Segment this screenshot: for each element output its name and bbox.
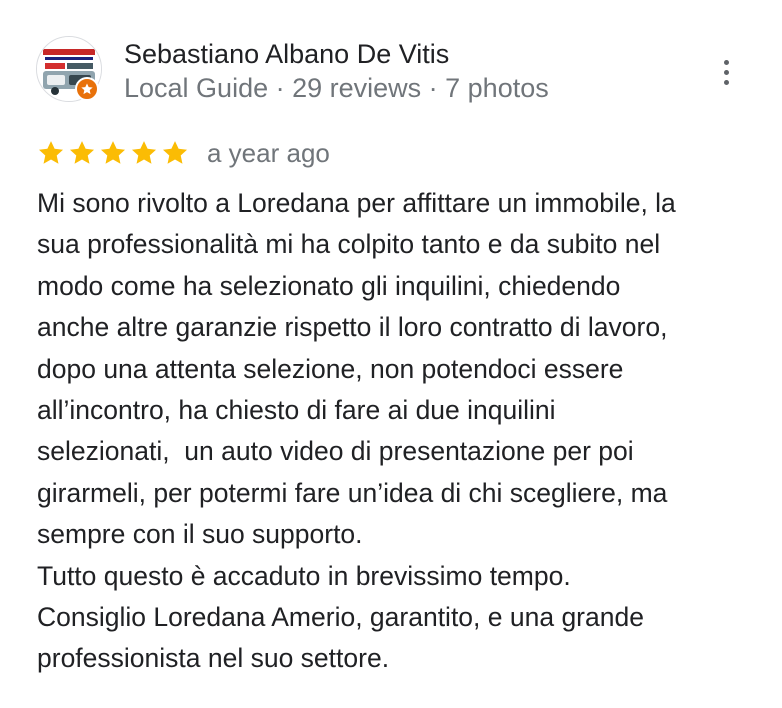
star-icon [131,141,157,164]
review-text-line: selezionati, un auto video di presentazi… [37,436,634,467]
review-text-line: dopo una attenta selezione, non potendoc… [37,353,624,384]
star-icon [100,141,126,164]
review-text-line: Tutto questo è accaduto in brevissimo te… [37,560,571,591]
star-icon [38,141,64,164]
star-rating [37,139,189,167]
reviewer-name[interactable]: Sebastiano Albano De Vitis [124,38,449,70]
review-text-line: anche altre garanzie rispetto il loro co… [37,312,668,343]
review-card: Sebastiano Albano De Vitis Local Guide ·… [0,0,782,708]
review-text-line: professionista nel suo settore. [37,643,390,674]
review-text-line: Consiglio Loredana Amerio, garantito, e … [37,602,644,633]
review-text-line: sua professionalità mi ha colpito tanto … [37,229,661,260]
rating-row: a year ago [37,138,330,168]
review-text-line: all’incontro, ha chiesto di fare ai due … [37,395,556,426]
more-vert-icon-dot [723,79,729,85]
review-text: Mi sono rivolto a Loredana per affittare… [37,183,757,680]
review-date: a year ago [207,138,330,168]
review-text-line: Mi sono rivolto a Loredana per affittare… [37,188,676,218]
review-text-line: girarmeli, per potermi fare un’idea di c… [37,477,668,508]
review-text-line: modo come ha selezionato gli inquilini, … [37,270,621,301]
star-icon [69,141,95,164]
more-vert-icon [723,59,729,65]
star-icon [162,141,188,164]
local-guide-star-icon [75,77,99,101]
more-vert-icon-dot [723,69,729,75]
reviewer-meta[interactable]: Local Guide · 29 reviews · 7 photos [124,72,549,104]
review-text-line: sempre con il suo supporto. [37,519,363,550]
more-options-button[interactable] [712,54,740,90]
